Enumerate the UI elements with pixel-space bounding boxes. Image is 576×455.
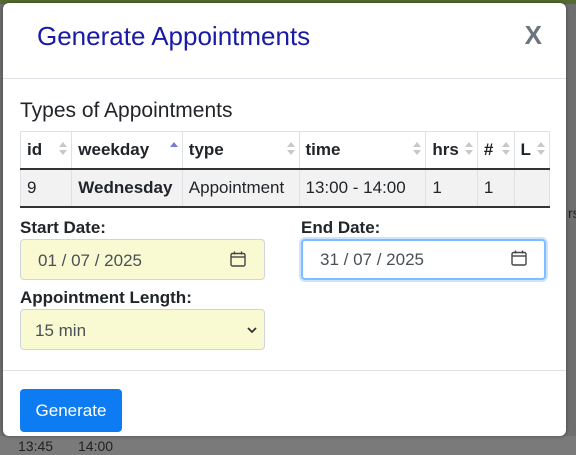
start-date-label: Start Date:	[20, 218, 106, 237]
column-header-l[interactable]: L	[513, 131, 551, 170]
cell-type: Appointment	[181, 168, 300, 208]
cell-hrs: 1	[425, 168, 478, 208]
table-header-row: id weekday type time hrs # L	[19, 131, 551, 170]
modal-header: Generate Appointments X	[3, 3, 566, 79]
background-time-start: 13:45	[18, 438, 54, 454]
close-button[interactable]: X	[525, 20, 542, 51]
sort-icon	[59, 142, 68, 156]
cell-weekday: Wednesday	[71, 168, 183, 208]
generate-appointments-modal: Generate Appointments X Types of Appoint…	[3, 3, 566, 436]
cell-time: 13:00 - 14:00	[298, 168, 427, 208]
table-row[interactable]: 9 Wednesday Appointment 13:00 - 14:00 1 …	[19, 168, 551, 208]
sort-icon	[464, 142, 473, 156]
end-date-label: End Date:	[301, 218, 381, 237]
sort-icon	[286, 142, 295, 156]
modal-footer: Generate	[3, 370, 566, 436]
cell-id: 9	[19, 168, 73, 208]
calendar-icon[interactable]	[511, 250, 527, 266]
column-header-type[interactable]: type	[181, 131, 300, 170]
column-header-id[interactable]: id	[19, 131, 73, 170]
modal-title: Generate Appointments	[37, 21, 311, 51]
background-text: rs	[568, 205, 576, 221]
cell-count: 1	[476, 168, 515, 208]
cell-l	[513, 168, 551, 208]
sort-icon	[501, 142, 510, 156]
calendar-icon[interactable]	[230, 251, 246, 267]
background-time-end: 14:00	[78, 438, 114, 454]
modal-body: Types of Appointments id weekday type ti…	[19, 99, 551, 208]
sort-ascending-icon	[169, 142, 178, 156]
start-date-value: 01 / 07 / 2025	[38, 251, 142, 270]
types-section-title: Types of Appointments	[20, 99, 233, 122]
column-header-weekday[interactable]: weekday	[71, 131, 183, 170]
generate-button[interactable]: Generate	[20, 389, 122, 432]
chevron-down-icon	[247, 327, 257, 334]
start-date-input[interactable]: 01 / 07 / 2025	[20, 239, 265, 280]
background-row: 13:45 14:00	[0, 436, 576, 455]
column-header-hrs[interactable]: hrs	[425, 131, 478, 170]
end-date-input[interactable]: 31 / 07 / 2025	[301, 239, 546, 280]
sort-icon	[537, 142, 545, 156]
appointment-length-label: Appointment Length:	[20, 288, 192, 307]
column-header-time[interactable]: time	[298, 131, 427, 170]
end-date-value: 31 / 07 / 2025	[320, 250, 424, 269]
column-header-count[interactable]: #	[476, 131, 515, 170]
appointment-types-table: id weekday type time hrs # L 9 Wednesday…	[19, 131, 551, 208]
appointment-length-select[interactable]: 15 min	[20, 309, 265, 350]
appointment-length-value: 15 min	[35, 321, 87, 340]
sort-icon	[413, 142, 422, 156]
